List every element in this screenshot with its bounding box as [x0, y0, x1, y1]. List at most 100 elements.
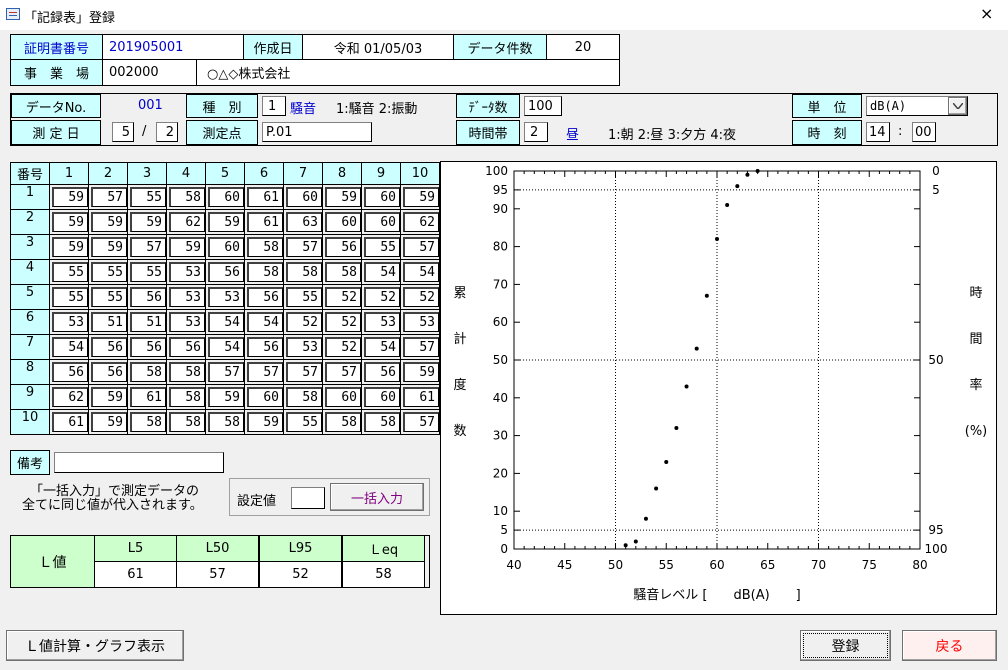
- calc-graph-button[interactable]: Ｌ値計算・グラフ表示: [6, 630, 184, 661]
- grid-cell-input[interactable]: 54: [208, 312, 244, 332]
- grid-cell-input[interactable]: 54: [403, 262, 439, 282]
- grid-cell-input[interactable]: 58: [169, 187, 205, 207]
- grid-cell-input[interactable]: 59: [403, 362, 439, 382]
- setting-input[interactable]: [291, 487, 325, 509]
- grid-cell-input[interactable]: 59: [208, 387, 244, 407]
- grid-cell-input[interactable]: 59: [91, 412, 127, 432]
- grid-cell-input[interactable]: 55: [52, 287, 88, 307]
- grid-cell-input[interactable]: 58: [247, 237, 283, 257]
- grid-cell-input[interactable]: 55: [91, 287, 127, 307]
- grid-cell-input[interactable]: 57: [403, 237, 439, 257]
- grid-cell-input[interactable]: 53: [169, 262, 205, 282]
- grid-cell-input[interactable]: 59: [325, 187, 361, 207]
- grid-cell-input[interactable]: 60: [364, 212, 400, 232]
- grid-cell-input[interactable]: 54: [52, 337, 88, 357]
- bulk-input-button[interactable]: 一括入力: [330, 483, 424, 511]
- grid-cell-input[interactable]: 60: [208, 237, 244, 257]
- grid-cell-input[interactable]: 56: [169, 337, 205, 357]
- grid-cell-input[interactable]: 60: [286, 187, 322, 207]
- grid-cell-input[interactable]: 52: [325, 337, 361, 357]
- grid-cell-input[interactable]: 56: [130, 287, 166, 307]
- grid-cell-input[interactable]: 53: [286, 337, 322, 357]
- grid-cell-input[interactable]: 54: [208, 337, 244, 357]
- grid-cell-input[interactable]: 57: [286, 362, 322, 382]
- grid-cell-input[interactable]: 51: [130, 312, 166, 332]
- hour-input[interactable]: 14: [866, 122, 890, 142]
- grid-cell-input[interactable]: 59: [52, 187, 88, 207]
- grid-cell-input[interactable]: 55: [130, 262, 166, 282]
- close-icon[interactable]: ×: [980, 4, 993, 23]
- grid-cell-input[interactable]: 59: [208, 212, 244, 232]
- grid-cell-input[interactable]: 59: [91, 387, 127, 407]
- remarks-input[interactable]: [54, 452, 224, 473]
- grid-cell-input[interactable]: 63: [286, 212, 322, 232]
- kind-code-input[interactable]: 1: [262, 96, 286, 116]
- grid-cell-input[interactable]: 58: [247, 262, 283, 282]
- grid-cell-input[interactable]: 54: [364, 262, 400, 282]
- grid-cell-input[interactable]: 59: [52, 237, 88, 257]
- grid-cell-input[interactable]: 62: [403, 212, 439, 232]
- grid-cell-input[interactable]: 52: [325, 287, 361, 307]
- period-code-input[interactable]: 2: [524, 122, 548, 142]
- grid-cell-input[interactable]: 58: [364, 412, 400, 432]
- grid-cell-input[interactable]: 59: [52, 212, 88, 232]
- grid-cell-input[interactable]: 57: [286, 237, 322, 257]
- grid-cell-input[interactable]: 55: [91, 262, 127, 282]
- grid-cell-input[interactable]: 55: [286, 412, 322, 432]
- grid-cell-input[interactable]: 52: [364, 287, 400, 307]
- grid-cell-input[interactable]: 59: [130, 212, 166, 232]
- grid-cell-input[interactable]: 58: [169, 362, 205, 382]
- grid-cell-input[interactable]: 56: [364, 362, 400, 382]
- grid-cell-input[interactable]: 56: [91, 337, 127, 357]
- grid-cell-input[interactable]: 62: [52, 387, 88, 407]
- grid-cell-input[interactable]: 59: [169, 237, 205, 257]
- grid-cell-input[interactable]: 60: [364, 387, 400, 407]
- grid-cell-input[interactable]: 53: [169, 312, 205, 332]
- grid-cell-input[interactable]: 58: [325, 412, 361, 432]
- grid-cell-input[interactable]: 51: [91, 312, 127, 332]
- day-input[interactable]: 2: [156, 122, 178, 142]
- grid-cell-input[interactable]: 57: [403, 412, 439, 432]
- grid-cell-input[interactable]: 55: [130, 187, 166, 207]
- grid-cell-input[interactable]: 58: [130, 362, 166, 382]
- grid-cell-input[interactable]: 59: [403, 187, 439, 207]
- grid-cell-input[interactable]: 53: [169, 287, 205, 307]
- grid-cell-input[interactable]: 54: [247, 312, 283, 332]
- grid-cell-input[interactable]: 60: [208, 187, 244, 207]
- grid-cell-input[interactable]: 61: [52, 412, 88, 432]
- grid-cell-input[interactable]: 57: [403, 337, 439, 357]
- created-value[interactable]: 令和 01/05/03: [302, 34, 454, 60]
- grid-cell-input[interactable]: 53: [364, 312, 400, 332]
- grid-cell-input[interactable]: 53: [403, 312, 439, 332]
- grid-cell-input[interactable]: 57: [325, 362, 361, 382]
- grid-cell-input[interactable]: 57: [91, 187, 127, 207]
- grid-cell-input[interactable]: 53: [208, 287, 244, 307]
- grid-cell-input[interactable]: 52: [286, 312, 322, 332]
- grid-cell-input[interactable]: 59: [91, 212, 127, 232]
- grid-cell-input[interactable]: 60: [325, 212, 361, 232]
- grid-cell-input[interactable]: 60: [247, 387, 283, 407]
- grid-cell-input[interactable]: 57: [208, 362, 244, 382]
- grid-cell-input[interactable]: 56: [52, 362, 88, 382]
- grid-cell-input[interactable]: 61: [130, 387, 166, 407]
- grid-cell-input[interactable]: 58: [130, 412, 166, 432]
- month-input[interactable]: 5: [112, 122, 134, 142]
- grid-cell-input[interactable]: 57: [247, 362, 283, 382]
- grid-cell-input[interactable]: 58: [286, 262, 322, 282]
- grid-cell-input[interactable]: 53: [52, 312, 88, 332]
- grid-cell-input[interactable]: 58: [208, 412, 244, 432]
- grid-cell-input[interactable]: 58: [286, 387, 322, 407]
- grid-cell-input[interactable]: 55: [286, 287, 322, 307]
- register-button[interactable]: 登録: [800, 630, 891, 661]
- unit-dropdown-button[interactable]: [948, 97, 967, 115]
- grid-cell-input[interactable]: 61: [247, 187, 283, 207]
- grid-cell-input[interactable]: 61: [247, 212, 283, 232]
- grid-cell-input[interactable]: 59: [247, 412, 283, 432]
- grid-cell-input[interactable]: 54: [364, 337, 400, 357]
- grid-cell-input[interactable]: 58: [325, 262, 361, 282]
- grid-cell-input[interactable]: 59: [91, 237, 127, 257]
- grid-cell-input[interactable]: 57: [130, 237, 166, 257]
- grid-cell-input[interactable]: 60: [325, 387, 361, 407]
- cert-value[interactable]: 201905001: [102, 34, 244, 60]
- grid-cell-input[interactable]: 61: [403, 387, 439, 407]
